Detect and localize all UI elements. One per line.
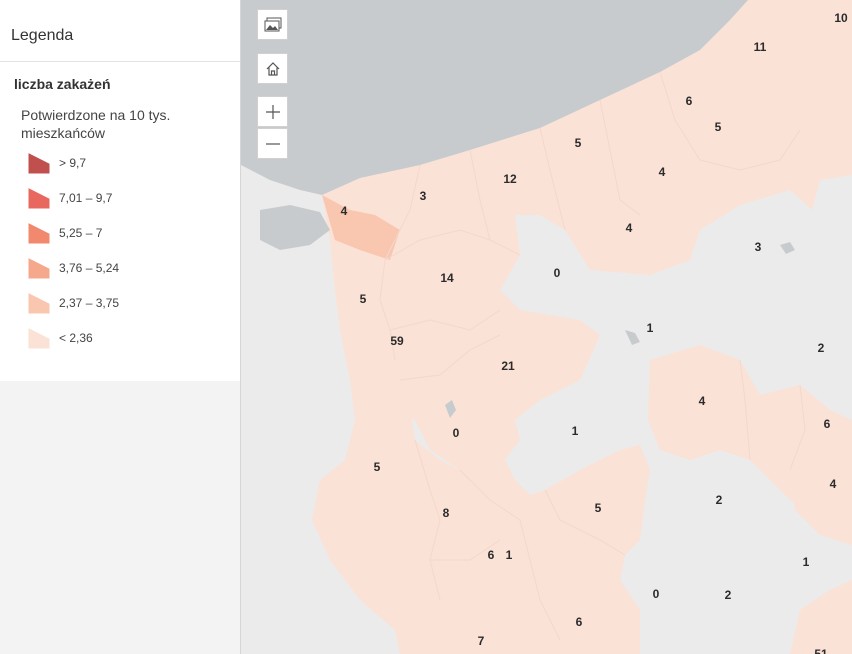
image-gallery-icon bbox=[264, 17, 281, 31]
home-button[interactable] bbox=[257, 53, 288, 84]
region-label: 2 bbox=[725, 588, 732, 602]
region-label: 1 bbox=[506, 548, 513, 562]
region-label: 5 bbox=[595, 501, 602, 515]
map-canvas[interactable]: 10 11 6 5 5 4 12 3 4 4 0 3 14 5 1 59 2 2… bbox=[241, 0, 852, 654]
legend-item: < 2,36 bbox=[28, 325, 228, 349]
region-label: 0 bbox=[453, 426, 460, 440]
region-label: 4 bbox=[341, 204, 348, 218]
minus-icon bbox=[265, 142, 280, 145]
region-label: 11 bbox=[754, 40, 767, 54]
region-label: 6 bbox=[488, 548, 495, 562]
legend-item-label: < 2,36 bbox=[59, 331, 93, 345]
legend-item-label: 2,37 – 3,75 bbox=[59, 296, 120, 310]
legend-item-label: 7,01 – 9,7 bbox=[59, 191, 113, 205]
legend-swatch-icon bbox=[28, 328, 50, 349]
legend-box: Legenda liczba zakażeń Potwierdzone na 1… bbox=[0, 0, 240, 381]
legend-item: 7,01 – 9,7 bbox=[28, 185, 228, 209]
plus-icon bbox=[265, 104, 280, 119]
region-label: 2 bbox=[818, 341, 825, 355]
legend-panel: Legenda liczba zakażeń Potwierdzone na 1… bbox=[0, 0, 241, 654]
legend-item: 3,76 – 5,24 bbox=[28, 255, 228, 279]
legend-swatch-icon bbox=[28, 153, 50, 174]
region-label: 1 bbox=[647, 321, 654, 335]
legend-item: 5,25 – 7 bbox=[28, 220, 228, 244]
region-label: 59 bbox=[390, 334, 404, 348]
region-label: 8 bbox=[443, 506, 450, 520]
region-label: 1 bbox=[803, 555, 810, 569]
zoom-out-button[interactable] bbox=[257, 128, 288, 159]
legend-swatch-icon bbox=[28, 188, 50, 209]
region-label: 14 bbox=[440, 271, 454, 285]
legend-title: Legenda bbox=[11, 27, 74, 44]
region-label: 6 bbox=[576, 615, 583, 629]
region-label: 5 bbox=[360, 292, 367, 306]
region-label: 21 bbox=[501, 359, 515, 373]
region-label: 0 bbox=[653, 587, 660, 601]
legend-item-label: 3,76 – 5,24 bbox=[59, 261, 120, 275]
legend-swatch-icon bbox=[28, 293, 50, 314]
region-label: 7 bbox=[478, 634, 485, 648]
legend-item-label: 5,25 – 7 bbox=[59, 226, 103, 240]
legend-swatch-icon bbox=[28, 223, 50, 244]
map-view[interactable]: 10 11 6 5 5 4 12 3 4 4 0 3 14 5 1 59 2 2… bbox=[241, 0, 852, 654]
legend-item: 2,37 – 3,75 bbox=[28, 290, 228, 314]
legend-divider bbox=[0, 61, 240, 62]
region-label: 3 bbox=[420, 189, 427, 203]
legend-item-label: > 9,7 bbox=[59, 156, 87, 170]
region-label: 4 bbox=[699, 394, 706, 408]
zoom-in-button[interactable] bbox=[257, 96, 288, 127]
region-label: 6 bbox=[686, 94, 693, 108]
region-label: 2 bbox=[716, 493, 723, 507]
basemap-gallery-button[interactable] bbox=[257, 9, 288, 40]
region-label: 12 bbox=[503, 172, 517, 186]
legend-swatch-icon bbox=[28, 258, 50, 279]
region-label: 5 bbox=[374, 460, 381, 474]
region-label: 6 bbox=[824, 417, 831, 431]
region-label: 10 bbox=[834, 11, 848, 25]
field-title: Potwierdzone na 10 tys. mieszkańców bbox=[21, 107, 171, 141]
legend-item: > 9,7 bbox=[28, 150, 228, 174]
region-label: 5 bbox=[575, 136, 582, 150]
region-label: 3 bbox=[755, 240, 762, 254]
region-label: 1 bbox=[572, 424, 579, 438]
region-label: 51 bbox=[814, 647, 828, 654]
region-label: 4 bbox=[830, 477, 837, 491]
region-label: 4 bbox=[626, 221, 633, 235]
home-icon bbox=[266, 61, 279, 76]
layer-title: liczba zakażeń bbox=[14, 76, 111, 92]
region-label: 5 bbox=[715, 120, 722, 134]
region-label: 4 bbox=[659, 165, 666, 179]
region-label: 0 bbox=[554, 266, 561, 280]
